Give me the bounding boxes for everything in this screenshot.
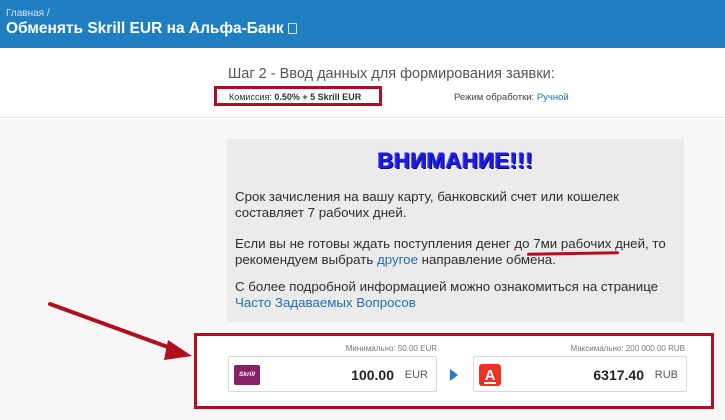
- max-limit-value: 200 000.00 RUB: [625, 344, 685, 353]
- annotation-arrow-head: [164, 340, 192, 360]
- receive-amount-input[interactable]: 6317.40: [593, 367, 644, 383]
- exchange-form: Минимально: 50.00 EUR Максимально: 200 0…: [194, 333, 714, 409]
- arrow-right-icon: [450, 369, 458, 381]
- annotation-arrow-shaft: [48, 302, 178, 352]
- alfa-letter: А: [485, 367, 496, 384]
- receive-currency: RUB: [654, 369, 678, 381]
- alfa-underline: [484, 382, 496, 384]
- min-limit-value: 50.00 EUR: [397, 344, 437, 353]
- alfa-letter-icon: А: [484, 367, 496, 384]
- send-currency: EUR: [404, 369, 428, 381]
- alfa-bank-logo-icon: А: [479, 364, 501, 386]
- max-limit-label: Максимально:: [570, 344, 624, 353]
- skrill-logo-icon: Skrill: [234, 365, 260, 385]
- send-amount-field[interactable]: Skrill 100.00 EUR: [228, 356, 437, 392]
- min-limit: Минимально: 50.00 EUR: [346, 344, 437, 353]
- max-limit: Максимально: 200 000.00 RUB: [570, 344, 685, 353]
- min-limit-label: Минимально:: [345, 344, 396, 353]
- receive-amount-field[interactable]: А 6317.40 RUB: [473, 356, 687, 392]
- send-amount-input[interactable]: 100.00: [351, 367, 394, 383]
